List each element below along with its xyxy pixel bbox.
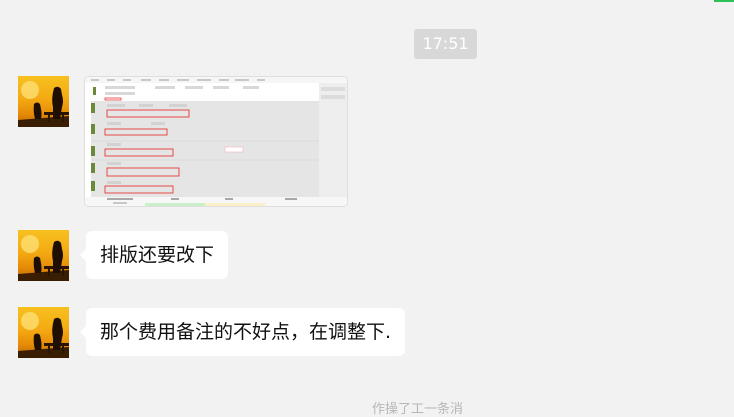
message-bubble[interactable]: 那个费用备注的不好点，在调整下. xyxy=(79,308,406,356)
system-notice: 作操了工一条消 xyxy=(372,402,464,417)
message-bubble[interactable]: 排版还要改下 xyxy=(79,231,229,279)
image-message-screenshot[interactable] xyxy=(84,76,348,207)
sender-avatar[interactable] xyxy=(18,307,69,358)
sender-avatar[interactable] xyxy=(18,230,69,281)
message-timestamp: 17:51 xyxy=(414,29,477,59)
sender-avatar[interactable] xyxy=(18,76,69,127)
window-accent-line xyxy=(714,0,734,2)
